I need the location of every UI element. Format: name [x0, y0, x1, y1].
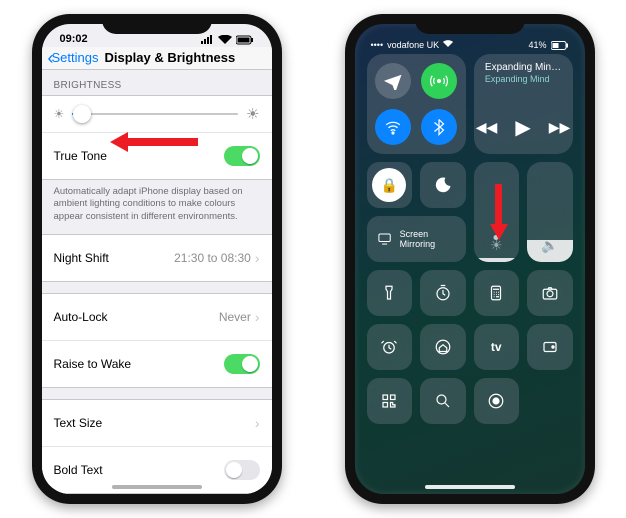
moon-icon	[434, 176, 452, 194]
music-module[interactable]: Expanding Min… Expanding Mind ◀◀ ▶ ▶▶	[474, 54, 573, 154]
notch	[102, 14, 212, 34]
autolock-value: Never	[219, 310, 251, 324]
dnd-button[interactable]	[420, 162, 466, 208]
nightshift-cell[interactable]: Night Shift 21:30 to 08:30 ›	[42, 235, 272, 281]
mirror-label: Screen Mirroring	[400, 229, 456, 249]
appletv-button[interactable]: tv	[474, 324, 520, 370]
sun-icon: ☀︎	[474, 237, 520, 254]
brightness-slider[interactable]: ☀︎	[474, 162, 520, 262]
bluetooth-button[interactable]	[421, 109, 457, 145]
truetone-toggle[interactable]	[224, 146, 260, 166]
cc-grid: Expanding Min… Expanding Mind ◀◀ ▶ ▶▶ 🔒	[367, 54, 573, 424]
home-button[interactable]	[420, 324, 466, 370]
flashlight-button[interactable]	[367, 270, 413, 316]
lock-icon: 🔒	[381, 177, 398, 194]
screen-mirroring-button[interactable]: Screen Mirroring	[367, 216, 466, 262]
music-title: Expanding Min…	[485, 62, 561, 74]
text-group: Text Size › Bold Text	[42, 399, 272, 494]
airplane-button[interactable]	[375, 63, 411, 99]
calculator-icon	[487, 284, 505, 302]
notch	[415, 14, 525, 34]
flashlight-icon	[380, 284, 398, 302]
lock-group: Auto-Lock Never › Raise to Wake	[42, 293, 272, 388]
connectivity-module[interactable]	[367, 54, 466, 154]
autolock-cell[interactable]: Auto-Lock Never ›	[42, 294, 272, 340]
home-indicator[interactable]	[112, 485, 202, 489]
home-icon	[434, 338, 452, 356]
battery-icon	[551, 41, 569, 50]
sun-high-icon: ☀︎	[246, 105, 259, 123]
magnifier-button[interactable]	[420, 378, 466, 424]
raise-toggle[interactable]	[224, 354, 260, 374]
boldtext-label: Bold Text	[54, 463, 103, 477]
brightness-header: BRIGHTNESS	[42, 70, 272, 95]
iphone-left: 09:02 ‹ Settings Display & Brightness BR…	[32, 14, 282, 504]
raise-label: Raise to Wake	[54, 357, 132, 371]
timer-button[interactable]	[420, 270, 466, 316]
qr-icon	[380, 392, 398, 410]
truetone-description: Automatically adapt iPhone display based…	[42, 180, 272, 234]
back-button[interactable]: ‹ Settings	[48, 50, 99, 65]
battery-percent: 41%	[528, 40, 546, 50]
truetone-cell: True Tone	[42, 132, 272, 179]
home-indicator[interactable]	[425, 485, 515, 489]
signal-icon: ••••	[371, 40, 384, 50]
iphone-right: •••• vodafone UK 41%	[345, 14, 595, 504]
camera-icon	[541, 284, 559, 302]
control-center: •••• vodafone UK 41%	[355, 24, 585, 494]
sun-low-icon: ☀︎	[54, 107, 65, 121]
music-subtitle: Expanding Mind	[485, 74, 561, 84]
brightness-slider-row: ☀︎ ☀︎	[42, 96, 272, 132]
nightshift-value: 21:30 to 08:30	[174, 251, 251, 265]
timer-icon	[434, 284, 452, 302]
wallet-button[interactable]	[527, 324, 573, 370]
brightness-slider[interactable]	[72, 113, 238, 115]
chevron-right-icon: ›	[255, 250, 260, 266]
truetone-label: True Tone	[54, 149, 107, 163]
battery-icon	[236, 35, 254, 45]
signal-icon	[200, 35, 214, 45]
textsize-cell[interactable]: Text Size ›	[42, 400, 272, 446]
magnifier-icon	[434, 392, 452, 410]
prev-track-button[interactable]: ◀◀	[476, 119, 498, 136]
speaker-icon: 🔈	[527, 237, 573, 254]
alarm-button[interactable]	[367, 324, 413, 370]
alarm-icon	[380, 338, 398, 356]
record-icon	[487, 392, 505, 410]
nav-bar: ‹ Settings Display & Brightness	[42, 47, 272, 70]
autolock-label: Auto-Lock	[54, 310, 108, 324]
settings-screen: 09:02 ‹ Settings Display & Brightness BR…	[42, 24, 272, 494]
chevron-right-icon: ›	[255, 309, 260, 325]
calculator-button[interactable]	[474, 270, 520, 316]
brightness-group: ☀︎ ☀︎ True Tone	[42, 95, 272, 180]
record-button[interactable]	[474, 378, 520, 424]
wifi-button[interactable]	[375, 109, 411, 145]
nightshift-label: Night Shift	[54, 251, 109, 265]
mirror-icon	[377, 230, 392, 248]
control-center-screen: •••• vodafone UK 41%	[355, 24, 585, 494]
nightshift-group: Night Shift 21:30 to 08:30 ›	[42, 234, 272, 282]
status-icons	[200, 35, 254, 45]
page-title: Display & Brightness	[104, 50, 235, 65]
qr-button[interactable]	[367, 378, 413, 424]
chevron-right-icon: ›	[255, 415, 260, 431]
play-button[interactable]: ▶	[515, 115, 530, 140]
back-label: Settings	[52, 50, 99, 65]
textsize-label: Text Size	[54, 416, 103, 430]
camera-button[interactable]	[527, 270, 573, 316]
cellular-button[interactable]	[421, 63, 457, 99]
boldtext-toggle[interactable]	[224, 460, 260, 480]
wifi-icon	[443, 40, 453, 50]
carrier-label: vodafone UK	[387, 40, 439, 50]
orientation-lock-button[interactable]: 🔒	[367, 162, 413, 208]
next-track-button[interactable]: ▶▶	[549, 119, 571, 136]
wifi-icon	[218, 35, 232, 45]
volume-slider[interactable]: 🔈	[527, 162, 573, 262]
music-controls: ◀◀ ▶ ▶▶	[476, 115, 570, 146]
raise-cell: Raise to Wake	[42, 340, 272, 387]
wallet-icon	[541, 338, 559, 356]
appletv-icon: tv	[491, 340, 502, 354]
clock: 09:02	[60, 33, 88, 45]
